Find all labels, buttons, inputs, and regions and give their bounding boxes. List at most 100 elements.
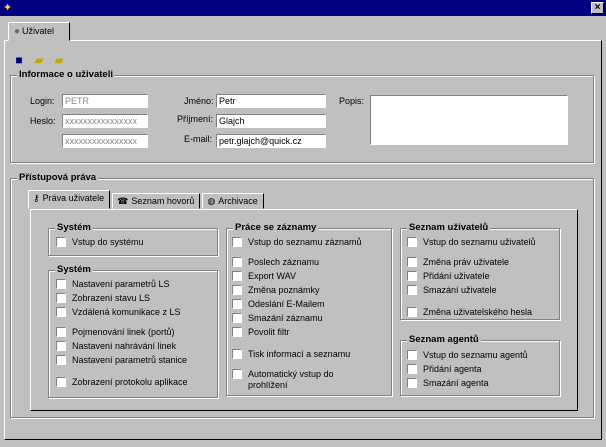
description-label: Popis: [339,96,365,106]
permission-checkbox[interactable]: Přidání agenta [407,364,482,375]
checkbox-box[interactable] [232,285,242,295]
checkbox-box[interactable] [56,293,66,303]
permission-checkbox[interactable]: Tisk informací a seznamu [232,349,350,360]
permission-checkbox[interactable]: Zobrazení protokolu aplikace [56,377,188,388]
records-legend: Práce se záznamy [233,222,319,233]
description-field[interactable] [370,95,568,145]
permission-checkbox[interactable]: Nastavení parametrů stanice [56,355,187,366]
email-label: E-mail: [184,134,213,144]
checkbox-box[interactable] [56,341,66,351]
checkbox-box[interactable] [407,307,417,317]
permission-checkbox[interactable]: Pojmenování linek (portů) [56,327,175,338]
tab-archivace[interactable]: ◍ Archivace [202,193,264,209]
checkbox-label: Odeslání E-Mailem [248,299,325,309]
checkbox-box[interactable] [56,327,66,337]
system-settings-legend: Systém [55,264,93,275]
checkbox-box[interactable] [232,327,242,337]
permission-checkbox[interactable]: Vstup do systému [56,237,144,248]
permission-checkbox[interactable]: Změna uživatelského hesla [407,307,532,318]
firstname-label: Jméno: [184,96,214,106]
close-button[interactable]: × [591,2,604,14]
checkbox-box[interactable] [407,350,417,360]
checkbox-box[interactable] [232,271,242,281]
checkbox-label: Vzdálená komunikace z LS [72,307,181,317]
permission-checkbox[interactable]: Změna poznámky [232,285,320,296]
permission-checkbox[interactable]: Povolit filtr [232,327,290,338]
checkbox-box[interactable] [56,237,66,247]
checkbox-box[interactable] [407,271,417,281]
checkbox-label: Zobrazení protokolu aplikace [72,377,188,387]
lastname-field[interactable]: Glajch [216,114,326,128]
checkbox-box[interactable] [407,257,417,267]
permission-checkbox[interactable]: Automatický vstup do prohlížení [232,369,334,391]
checkbox-label: Vstup do seznamu agentů [423,350,528,360]
tab-uzivatel[interactable]: ● Uživatel [8,22,70,41]
app-window: ✦ × ● Uživatel ■ ▰ ▰ Informace o uživatel… [0,0,606,447]
checkbox-label: Nastavení parametrů stanice [72,355,188,365]
checkbox-label: Přidání agenta [423,364,482,374]
checkbox-label: Změna poznámky [248,285,320,295]
open-folder-icon[interactable]: ▰ [32,53,46,67]
permission-checkbox[interactable]: Smazání záznamu [232,313,323,324]
tab-seznam-hovoru[interactable]: ☎ Seznam hovorů [112,193,201,209]
checkbox-box[interactable] [407,237,417,247]
checkbox-label: Smazání agenta [423,378,489,388]
checkbox-box[interactable] [56,377,66,387]
checkbox-box[interactable] [56,355,66,365]
checkbox-label: Poslech záznamu [248,257,320,267]
checkbox-label: Vstup do seznamu záznamů [248,237,362,247]
phone-icon: ☎ [117,196,129,206]
login-field[interactable]: PETR [62,94,148,108]
checkbox-box[interactable] [232,313,242,323]
toolbar: ■ ▰ ▰ [12,53,66,67]
key-icon: ⚷ [33,193,40,203]
email-field[interactable]: petr.glajch@quick.cz [216,134,326,148]
permission-checkbox[interactable]: Smazání uživatele [407,285,497,296]
permission-checkbox[interactable]: Nastavení nahrávání linek [56,341,176,352]
password-confirm-field[interactable]: xxxxxxxxxxxxxxxx [62,134,148,148]
checkbox-label: Smazání uživatele [423,285,497,295]
tab-archivace-label: Archivace [218,196,258,206]
permission-checkbox[interactable]: Odeslání E-Mailem [232,299,325,310]
tab-prava-uzivatele-label: Práva uživatele [42,193,105,203]
checkbox-box[interactable] [232,237,242,247]
checkbox-box[interactable] [56,307,66,317]
checkbox-box[interactable] [232,369,242,379]
import-folder-icon[interactable]: ▰ [52,53,66,67]
permission-checkbox[interactable]: Vstup do seznamu záznamů [232,237,362,248]
checkbox-box[interactable] [407,364,417,374]
firstname-field[interactable]: Petr [216,94,326,108]
save-icon[interactable]: ■ [12,53,26,67]
checkbox-label: Nastavení parametrů LS [72,279,170,289]
permission-checkbox[interactable]: Změna práv uživatele [407,257,509,268]
checkbox-label: Přidání uživatele [423,271,490,281]
password-field[interactable]: xxxxxxxxxxxxxxxx [62,114,148,128]
checkbox-box[interactable] [407,285,417,295]
checkbox-label: Zobrazení stavu LS [72,293,151,303]
checkbox-box[interactable] [232,257,242,267]
permission-checkbox[interactable]: Export WAV [232,271,296,282]
login-label: Login: [30,96,55,106]
users-list-legend: Seznam uživatelů [407,222,491,233]
app-icon: ✦ [3,2,13,14]
checkbox-label: Povolit filtr [248,327,290,337]
checkbox-label: Automatický vstup do prohlížení [248,369,334,390]
tab-prava-uzivatele[interactable]: ⚷ Práva uživatele [28,190,111,209]
permission-checkbox[interactable]: Přidání uživatele [407,271,490,282]
checkbox-box[interactable] [56,279,66,289]
permission-checkbox[interactable]: Smazání agenta [407,378,489,389]
title-bar: ✦ × [0,0,606,16]
checkbox-label: Smazání záznamu [248,313,323,323]
permission-checkbox[interactable]: Nastavení parametrů LS [56,279,170,290]
checkbox-label: Export WAV [248,271,297,281]
permission-checkbox[interactable]: Zobrazení stavu LS [56,293,150,304]
rights-subtabs: ⚷ Práva uživatele ☎ Seznam hovorů ◍ Archiva… [28,190,266,209]
checkbox-box[interactable] [232,349,242,359]
checkbox-box[interactable] [407,378,417,388]
checkbox-label: Změna práv uživatele [423,257,510,267]
checkbox-box[interactable] [232,299,242,309]
permission-checkbox[interactable]: Vstup do seznamu uživatelů [407,237,536,248]
permission-checkbox[interactable]: Vstup do seznamu agentů [407,350,528,361]
permission-checkbox[interactable]: Poslech záznamu [232,257,319,268]
permission-checkbox[interactable]: Vzdálená komunikace z LS [56,307,181,318]
